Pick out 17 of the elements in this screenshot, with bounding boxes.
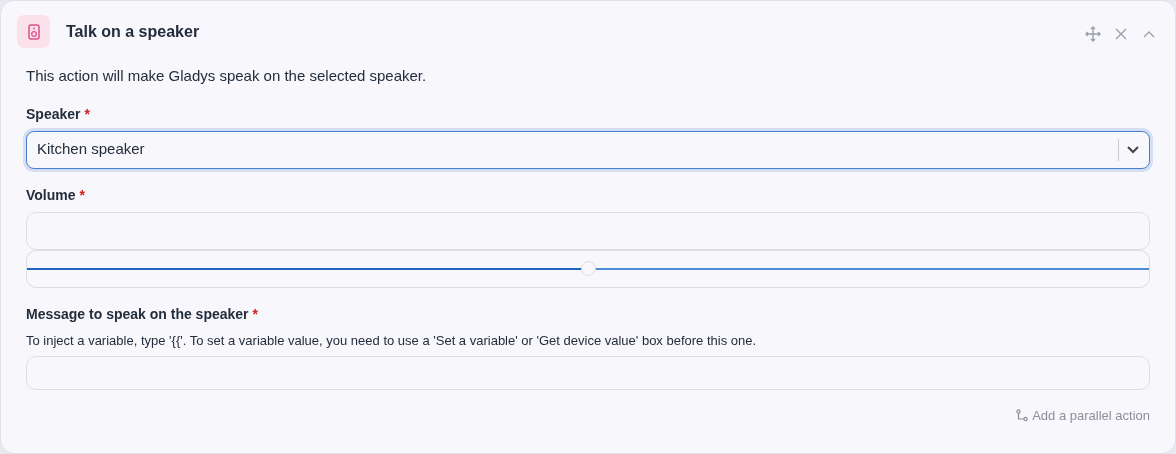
chevron-down-icon xyxy=(1127,145,1139,154)
slider-thumb[interactable] xyxy=(581,260,596,276)
description-text: This action will make Gladys speak on the selected speaker. xyxy=(26,66,428,86)
help-text: To inject a variable, type '{{'. To set a variable value, you need to use a 'Set a variable' or 'Get device value' box before this one. xyxy=(26,331,758,350)
field-label: Volume xyxy=(26,186,76,203)
required-asterisk: * xyxy=(84,105,90,122)
speaker-icon xyxy=(17,15,50,48)
field-label: Speaker xyxy=(26,105,81,122)
branch-icon xyxy=(1016,409,1029,423)
card-title: Talk on a speaker xyxy=(66,21,200,42)
field-label: Message to speak on the speaker xyxy=(26,305,249,322)
speaker-select[interactable]: Kitchen speaker xyxy=(26,130,1150,169)
required-asterisk: * xyxy=(252,305,258,322)
volume-slider[interactable] xyxy=(26,249,1150,288)
message-field[interactable] xyxy=(26,356,1150,390)
required-asterisk: * xyxy=(79,186,85,203)
input-field[interactable] xyxy=(26,211,1150,250)
